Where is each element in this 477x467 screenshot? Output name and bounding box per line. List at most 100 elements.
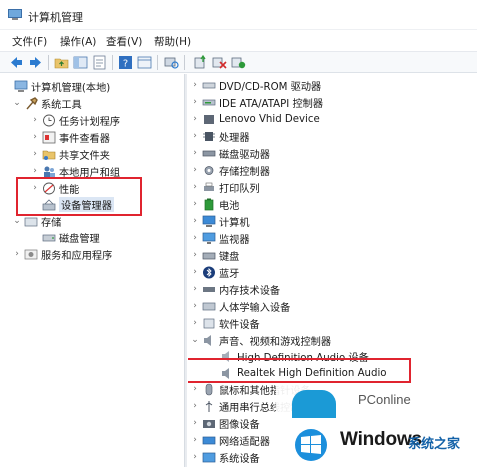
pconline-banner: PConline [276,384,477,422]
collapse-icon[interactable] [2,78,12,94]
title-bar: 计算机管理 [0,0,477,30]
storage-icon [24,217,38,226]
device-category-bluetooth[interactable]: › 蓝牙 [190,264,239,280]
device-category-processor[interactable]: › 处理器 [190,128,249,144]
menu-action[interactable]: 操作(A) [60,34,96,49]
chevron-right-icon[interactable]: › [30,146,40,162]
help-icon[interactable]: ? [117,54,134,71]
windows-banner: Windows 系统之家 [276,422,477,467]
device-category-system[interactable]: › 系统设备 [190,449,260,465]
tree-shared-folders[interactable]: › 共享文件夹 [30,146,110,162]
usb-icon [205,400,213,412]
device-category-dvd[interactable]: › DVD/CD-ROM 驱动器 [190,77,321,93]
disk-management-icon [42,234,56,241]
computer-management-icon [8,9,22,20]
chevron-right-icon[interactable]: › [190,281,200,297]
view-icon[interactable] [136,54,153,71]
pconline-text: PConline [358,392,411,407]
folder-up-icon[interactable] [53,54,70,71]
device-category-monitors[interactable]: › 监视器 [190,230,250,246]
device-category-ide[interactable]: › IDE ATA/ATAPI 控制器 [190,94,323,110]
chevron-right-icon[interactable]: › [30,129,40,145]
computer-management-icon [14,80,28,92]
scan-hardware-icon[interactable] [163,54,180,71]
storage-controller-icon [204,165,214,175]
keyboard-icon [202,252,216,259]
tree-task-scheduler[interactable]: › 任务计划程序 [30,112,120,128]
toolbar: ? [0,51,477,73]
back-arrow-icon[interactable] [8,54,25,71]
update-driver-icon[interactable] [192,54,209,71]
properties-icon[interactable] [91,54,108,71]
chevron-right-icon[interactable]: › [190,128,200,144]
chevron-right-icon[interactable]: › [190,415,200,431]
device-category-storage-controllers[interactable]: › 存储控制器 [190,162,270,178]
chevron-right-icon[interactable]: › [190,432,200,448]
tree-services-apps[interactable]: › 服务和应用程序 [12,246,112,262]
site-name-text: 系统之家 [408,436,461,451]
device-category-software-devices[interactable]: › 软件设备 [190,315,260,331]
speaker-icon [204,334,211,346]
monitor-icon [202,232,216,244]
toolbar-separator [184,55,185,70]
chevron-right-icon[interactable]: › [190,145,200,161]
processor-icon [203,131,215,141]
disable-device-icon[interactable] [211,54,228,71]
chevron-right-icon[interactable]: › [190,77,200,93]
console-tree: 计算机管理(本地) ⌄ 系统工具 › 任务计划程序 › 事件查看器 › 共享文件… [0,74,184,467]
chevron-right-icon[interactable]: › [190,196,200,212]
toolbar-separator [48,55,49,70]
menu-view[interactable]: 查看(V) [106,34,142,49]
toolbar-separator [157,55,158,70]
tree-disk-management[interactable]: 磁盘管理 [30,229,100,245]
menu-file[interactable]: 文件(F) [12,34,47,49]
pane-splitter[interactable] [184,74,187,467]
tree-root[interactable]: 计算机管理(本地) [2,78,110,94]
services-icon [24,249,38,259]
chevron-right-icon[interactable]: › [190,247,200,263]
chevron-right-icon[interactable]: › [190,94,200,110]
device-category-sound[interactable]: ⌄ 声音、视频和游戏控制器 [190,332,331,348]
chevron-right-icon[interactable]: › [190,264,200,280]
device-category-network[interactable]: › 网络适配器 [190,432,270,448]
device-category-imaging[interactable]: › 图像设备 [190,415,260,431]
bluetooth-icon [203,266,215,278]
chevron-right-icon[interactable]: › [190,213,200,229]
device-category-disk-drives[interactable]: › 磁盘驱动器 [190,145,270,161]
chevron-right-icon[interactable]: › [190,315,200,331]
chevron-down-icon[interactable]: ⌄ [12,95,22,111]
chevron-right-icon[interactable]: › [190,162,200,178]
chevron-right-icon[interactable]: › [190,179,200,195]
chevron-down-icon[interactable]: ⌄ [190,332,200,348]
device-category-battery[interactable]: › 电池 [190,196,239,212]
pconline-logo-icon [292,390,336,418]
chevron-right-icon[interactable]: › [190,111,200,127]
chevron-right-icon[interactable]: › [190,230,200,246]
device-category-print-queues[interactable]: › 打印队列 [190,179,260,195]
device-category-memory-tech[interactable]: › 内存技术设备 [190,281,280,297]
menu-bar: 文件(F) 操作(A) 查看(V) 帮助(H) [0,31,477,51]
watermark-overlay: PConline Windows 系统之家 [276,384,477,467]
human-interface-icon [202,302,216,310]
device-category-lenovo-vhid[interactable]: › Lenovo Vhid Device [190,111,320,127]
uninstall-device-icon[interactable] [230,54,247,71]
device-category-hid[interactable]: › 人体学输入设备 [190,298,290,314]
console-tree-icon[interactable] [72,54,89,71]
forward-arrow-icon[interactable] [27,54,44,71]
device-category-computer[interactable]: › 计算机 [190,213,250,229]
chevron-right-icon[interactable]: › [30,112,40,128]
device-category-keyboards[interactable]: › 键盘 [190,247,239,263]
tree-event-viewer[interactable]: › 事件查看器 [30,129,110,145]
tree-system-tools[interactable]: ⌄ 系统工具 [12,95,82,111]
system-device-icon [202,452,216,462]
svg-text:?: ? [123,59,128,70]
camera-icon [203,419,215,428]
event-viewer-icon [42,131,56,143]
chevron-right-icon[interactable]: › [12,246,22,262]
chevron-right-icon[interactable]: › [190,449,200,465]
chevron-right-icon[interactable]: › [190,381,200,397]
chevron-right-icon[interactable]: › [190,398,200,414]
menu-help[interactable]: 帮助(H) [154,34,191,49]
chevron-right-icon[interactable]: › [190,298,200,314]
mouse-icon [205,383,213,395]
